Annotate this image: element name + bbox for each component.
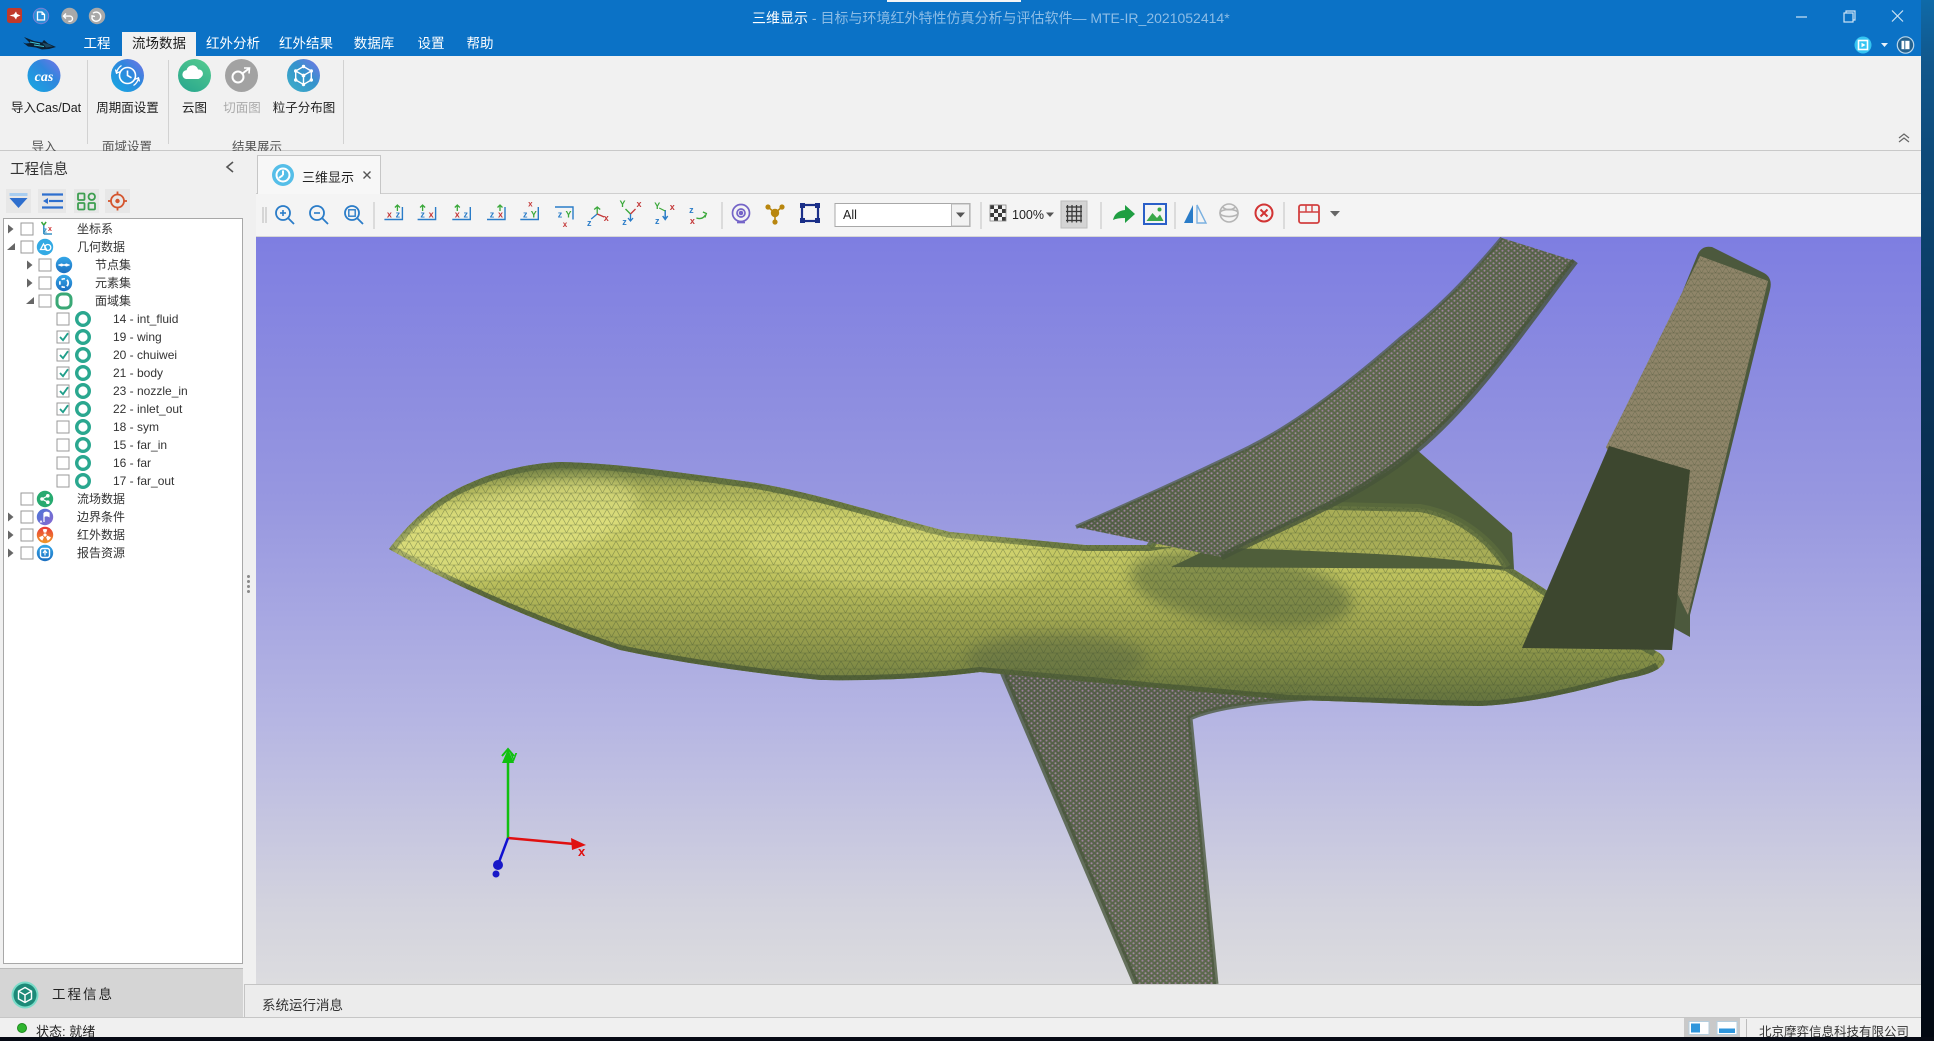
svg-text:cas: cas [35,70,54,85]
svg-text:x: x [578,844,586,859]
svg-text:节点集: 节点集 [95,257,131,272]
svg-text:y: y [510,748,518,763]
svg-text:几何数据: 几何数据 [77,239,125,254]
svg-text:边界条件: 边界条件 [77,510,125,524]
svg-text:17 - far_out: 17 - far_out [113,474,175,488]
svg-text:x: x [563,220,568,229]
svg-text:Y: Y [531,210,537,220]
svg-text:x: x [48,226,52,233]
svg-text:22 - inlet_out: 22 - inlet_out [113,402,183,416]
svg-text:100%: 100% [1012,208,1044,222]
svg-text:z: z [44,228,48,235]
svg-text:x: x [690,216,695,226]
svg-text:z: z [689,205,694,215]
svg-text:x: x [636,199,641,209]
svg-text:Y: Y [654,201,660,211]
svg-text:z: z [587,218,592,228]
svg-text:19 - wing: 19 - wing [113,330,162,344]
svg-text:Y: Y [619,199,625,209]
svg-text:z: z [464,210,469,220]
svg-text:面域集: 面域集 [95,293,131,308]
svg-text:z: z [558,210,563,220]
svg-text:Y: Y [565,210,571,220]
svg-text:18 - sym: 18 - sym [113,420,159,434]
svg-text:流场数据: 流场数据 [77,491,125,506]
svg-text:z: z [396,210,401,220]
svg-text:x: x [604,213,609,223]
svg-text:x: x [528,200,533,209]
svg-text:x: x [670,202,675,212]
svg-text:红外数据: 红外数据 [77,527,125,542]
svg-text:z: z [490,210,495,220]
svg-text:元素集: 元素集 [95,275,131,290]
svg-text:z: z [622,217,627,227]
svg-text:x: x [387,210,392,220]
svg-text:15 - far_in: 15 - far_in [113,438,167,452]
svg-text:All: All [843,208,857,222]
svg-text:21 - body: 21 - body [113,366,163,380]
svg-text:z: z [523,210,528,220]
svg-text:20 - chuiwei: 20 - chuiwei [113,348,177,362]
svg-text:14 - int_fluid: 14 - int_fluid [113,312,178,326]
svg-text:23 - nozzle_in: 23 - nozzle_in [113,384,188,398]
svg-text:坐标系: 坐标系 [77,222,113,236]
svg-text:x: x [429,210,434,220]
svg-text:z: z [655,216,660,226]
svg-text:报告资源: 报告资源 [77,545,125,560]
svg-text:16 - far: 16 - far [113,456,151,470]
